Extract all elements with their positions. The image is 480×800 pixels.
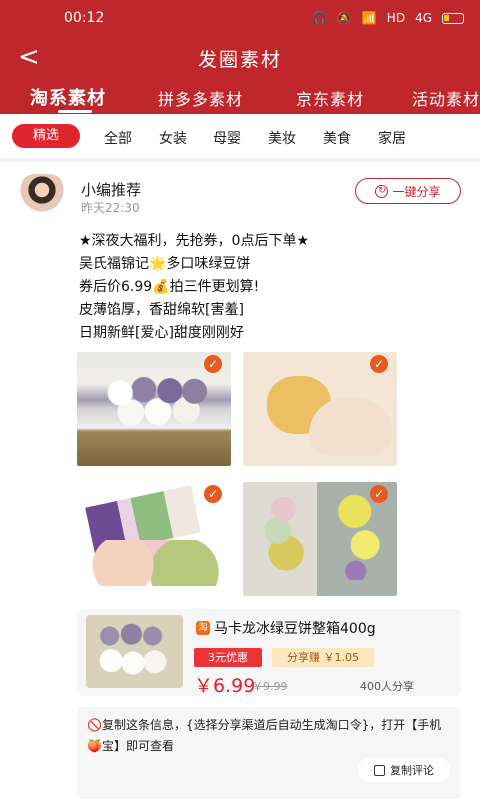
status-time: 00:12 [64,10,105,26]
headset-icon: 🎧 [311,11,327,25]
check-icon[interactable]: ✓ [370,355,388,373]
signal-label: 4G [415,11,432,25]
category-food[interactable]: 美食 [323,128,351,148]
copy-comment-button[interactable]: 复制评论 [358,758,450,782]
wifi-icon: 📶 [361,11,377,25]
page-title: 发圈素材 [197,48,282,71]
category-filter-bar: 精选 全部 女装 母婴 美妆 美食 家居 [0,114,480,158]
share-count: 400人分享 [360,680,414,693]
status-icons: 🎧 🔕 📶 HD 4G [312,11,464,25]
post-line: 券后价6.99💰拍三件更划算! [79,279,260,295]
copy-comment-label: 复制评论 [390,764,434,777]
category-womens-clothing[interactable]: 女装 [159,128,187,148]
network-label: HD [386,11,406,25]
tab-pinduoduo-materials[interactable]: 拼多多素材 [158,86,243,110]
category-home[interactable]: 家居 [378,128,406,148]
post-line: 吴氏福锦记🌟多口味绿豆饼 [79,256,251,272]
one-click-share-button[interactable]: ↻ 一键分享 [355,178,461,204]
copy-icon [374,764,385,776]
mute-icon: 🔕 [336,11,352,25]
post-author: 小编推荐 [81,181,142,199]
product-price: ￥6.99 [194,675,256,697]
copy-instruction-text: 🚫复制这条信息，{选择分享渠道后自动生成淘口令}，打开【手机🍑宝】即可查看 [87,718,442,753]
coupon-badge: 3元优惠 [194,648,262,667]
one-click-share-label: 一键分享 [392,184,441,199]
post-time: 昨天22:30 [81,201,140,215]
product-thumbnail[interactable] [86,615,183,688]
category-mother-baby[interactable]: 母婴 [213,128,241,148]
back-button[interactable]: < [18,44,46,72]
post-line: 日期新鲜[爱心]甜度刚刚好 [79,325,244,341]
product-photo[interactable]: ✓ [243,352,397,466]
taobao-platform-icon: 淘 [196,621,210,635]
check-icon[interactable]: ✓ [370,485,388,503]
top-header: < 发圈素材 [0,36,480,80]
share-earn-badge: 分享赚 ￥1.05 [272,648,374,667]
tab-jd-materials[interactable]: 京东素材 [296,86,364,110]
refresh-share-icon: ↻ [375,184,389,198]
category-all[interactable]: 全部 [104,128,132,148]
post-line: 皮薄馅厚，香甜绵软[害羞] [79,302,244,318]
status-bar: 00:12 🎧 🔕 📶 HD 4G [0,0,480,36]
material-tabs: 淘系素材 拼多多素材 京东素材 活动素材 [0,80,480,114]
avatar[interactable] [16,174,68,214]
copy-instruction-box: 🚫复制这条信息，{选择分享渠道后自动生成淘口令}，打开【手机🍑宝】即可查看 复制… [77,707,461,799]
category-featured[interactable]: 精选 [12,124,80,148]
product-photo[interactable]: ✓ [77,482,231,596]
post-line: ★深夜大福利，先抢券，0点后下单★ [79,233,310,249]
check-icon[interactable]: ✓ [204,355,222,373]
check-icon[interactable]: ✓ [204,485,222,503]
original-price: ￥9.99 [252,680,288,693]
post-text: ★深夜大福利，先抢券，0点后下单★ 吴氏福锦记🌟多口味绿豆饼 券后价6.99💰拍… [79,230,449,345]
active-tab-indicator [58,110,92,113]
product-card[interactable]: 淘 马卡龙冰绿豆饼整箱400g 3元优惠 分享赚 ￥1.05 ￥6.99 ￥9.… [77,609,461,697]
product-photo[interactable]: ✓ [243,482,397,596]
tab-taobao-materials[interactable]: 淘系素材 [30,84,106,110]
product-photo[interactable]: ✓ [77,352,231,466]
battery-icon [442,12,464,24]
material-post-card: 小编推荐 昨天22:30 ↻ 一键分享 ★深夜大福利，先抢券，0点后下单★ 吴氏… [0,162,480,800]
product-title[interactable]: 马卡龙冰绿豆饼整箱400g [214,618,376,638]
category-beauty[interactable]: 美妆 [268,128,296,148]
tab-activity-materials[interactable]: 活动素材 [412,86,480,110]
